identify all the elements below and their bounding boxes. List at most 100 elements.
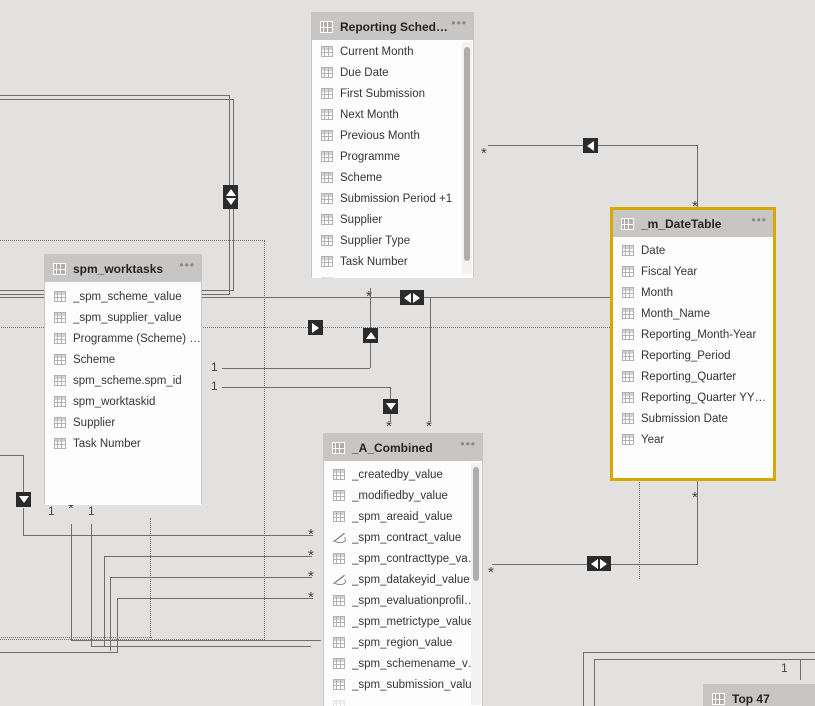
table-header-top47[interactable]: Top 47 ••• [704, 685, 815, 706]
field-row[interactable]: _spm_submission_value [324, 674, 482, 695]
field-row[interactable]: Supplier Type [312, 230, 473, 251]
field-row[interactable]: Supplier [45, 412, 201, 433]
rel-line-left-feed-1h[interactable] [0, 455, 24, 456]
field-row[interactable]: Scheme [312, 167, 473, 188]
field-row[interactable]: _createdby_value [324, 464, 482, 485]
field-row[interactable]: Next Month [312, 104, 473, 125]
table-field-list-m-datetable[interactable]: Date Fiscal Year Month Month_Name Report… [613, 237, 773, 478]
rel-line-left-feed-2[interactable] [71, 524, 72, 640]
field-row[interactable]: First Submission [312, 83, 473, 104]
table-field-list-reporting-schedule[interactable]: Current Month Due Date First Submission … [312, 40, 473, 278]
field-row[interactable]: Reporting_Period [613, 345, 773, 366]
rel-line-left-feed-1[interactable] [23, 455, 24, 495]
relationship-direction-marker-down-combined[interactable] [383, 399, 398, 414]
field-row[interactable]: spm_scheme.spm_id [45, 370, 201, 391]
field-row[interactable]: Due Date [312, 62, 473, 83]
field-row[interactable]: Task Number [312, 251, 473, 272]
relationship-direction-marker-bidirectional-mid[interactable] [400, 290, 424, 305]
field-row[interactable]: _spm_areaid_value [324, 506, 482, 527]
field-row[interactable]: _modifiedby_value [324, 485, 482, 506]
rel-line-left-feed-1hb[interactable] [23, 535, 313, 536]
rel-line-left-feed-2h[interactable] [71, 640, 321, 641]
table-more-options-icon[interactable]: ••• [451, 17, 467, 33]
table-field-icon [333, 553, 345, 564]
rel-line-worktasks-1b-h[interactable] [222, 387, 390, 388]
rel-line-left-feed-3v2[interactable] [110, 577, 111, 651]
rel-line-left-feed-3[interactable] [91, 524, 92, 646]
table-field-list-spm-worktasks[interactable]: _spm_scheme_value _spm_supplier_value Pr… [45, 282, 201, 505]
rel-line-left-feed-1b[interactable] [23, 508, 24, 536]
field-row[interactable]: Submission Date [613, 408, 773, 429]
field-row[interactable]: Fiscal Year [613, 261, 773, 282]
triangle-right-icon [600, 558, 607, 569]
relationship-direction-marker-up[interactable] [363, 328, 378, 343]
rel-line-dotted-v-left[interactable] [150, 518, 151, 638]
rel-line-worktasks-1a-h[interactable] [222, 368, 370, 369]
table-more-options-icon[interactable]: ••• [460, 438, 476, 454]
field-row[interactable]: Programme (Scheme) (… [45, 328, 201, 349]
triangle-left-icon [591, 558, 598, 569]
rel-line-dotted-h-bottom[interactable] [0, 637, 152, 638]
relationship-direction-marker-left[interactable] [583, 138, 598, 153]
cardinality-star-combined-right: * [488, 564, 494, 581]
field-row[interactable]: Current Month [312, 41, 473, 62]
table-field-icon [333, 595, 345, 606]
field-row[interactable]: Programme [312, 146, 473, 167]
field-row[interactable]: _spm_contracttype_va… [324, 548, 482, 569]
field-row[interactable]: Submission Period +1 [312, 188, 473, 209]
table-card-m-datetable[interactable]: _m_DateTable ••• Date Fiscal Year Month … [610, 207, 776, 481]
field-row[interactable]: _spm_supplier_value [45, 307, 201, 328]
field-row[interactable]: Reporting_Quarter YYY… [613, 387, 773, 408]
field-row[interactable]: Reporting_Month-Year [613, 324, 773, 345]
relationship-direction-marker-right[interactable] [308, 320, 323, 335]
rel-line-left-feed-3h2[interactable] [110, 577, 312, 578]
triangle-right-icon [312, 322, 319, 333]
table-header-m-datetable[interactable]: _m_DateTable ••• [613, 210, 773, 237]
field-row-partial[interactable] [312, 272, 473, 278]
field-row[interactable]: Month [613, 282, 773, 303]
rel-line-left-feed-2h2[interactable] [104, 556, 312, 557]
table-more-options-icon[interactable]: ••• [751, 214, 767, 230]
rel-line-left-feed-2v2[interactable] [104, 556, 105, 646]
field-row[interactable]: Month_Name [613, 303, 773, 324]
field-row[interactable]: Scheme [45, 349, 201, 370]
table-card-a-combined[interactable]: _A_Combined ••• _createdby_value _modifi… [323, 433, 483, 706]
field-row[interactable]: _spm_region_value [324, 632, 482, 653]
rel-line-left-feed-4h[interactable] [117, 598, 313, 599]
field-row[interactable]: Previous Month [312, 125, 473, 146]
field-row[interactable]: Supplier [312, 209, 473, 230]
relationship-direction-marker-bidirectional-lower[interactable] [587, 556, 611, 571]
table-card-spm-worktasks[interactable]: spm_worktasks ••• _spm_scheme_value _spm… [44, 254, 202, 505]
relationship-direction-marker-down-left[interactable] [16, 492, 31, 507]
table-card-top47[interactable]: Top 47 ••• [703, 684, 815, 706]
field-row[interactable]: spm_worktaskid [45, 391, 201, 412]
field-row[interactable]: _spm_contract_value [324, 527, 482, 548]
field-row-partial[interactable] [324, 695, 482, 706]
field-row[interactable]: Date [613, 240, 773, 261]
table-header-reporting-schedule[interactable]: Reporting Schedule ••• [312, 13, 473, 40]
table-card-reporting-schedule[interactable]: Reporting Schedule ••• Current Month Due… [311, 12, 474, 278]
table-header-a-combined[interactable]: _A_Combined ••• [324, 434, 482, 461]
table-field-icon [54, 333, 66, 344]
field-row[interactable]: _spm_scheme_value [45, 286, 201, 307]
rel-line-left-feed-3h[interactable] [91, 646, 311, 647]
rel-line-left-feed-4v[interactable] [117, 598, 118, 653]
table-field-list-a-combined[interactable]: _createdby_value _modifiedby_value _spm_… [324, 461, 482, 706]
model-diagram-canvas[interactable]: 1 1 1 1 1 * * * * * * * * * * * * * [0, 0, 815, 706]
field-row[interactable]: _spm_schemename_v… [324, 653, 482, 674]
relationship-direction-marker-bidirectional-vertical[interactable] [223, 185, 238, 209]
rel-line-drop-a[interactable] [430, 297, 431, 422]
scrollbar-thumb-reporting-schedule[interactable] [464, 47, 470, 261]
field-row[interactable]: Year [613, 429, 773, 450]
field-row[interactable]: Task Number [45, 433, 201, 454]
rel-line-top47-v[interactable] [800, 660, 801, 680]
rel-line-left-feed-4h2[interactable] [0, 652, 118, 653]
table-more-options-icon[interactable]: ••• [179, 259, 195, 275]
field-row[interactable]: _spm_metrictype_value [324, 611, 482, 632]
field-row[interactable]: _spm_evaluationprofil… [324, 590, 482, 611]
field-row[interactable]: Reporting_Quarter [613, 366, 773, 387]
field-label: _spm_supplier_value [73, 311, 182, 324]
table-header-spm-worktasks[interactable]: spm_worktasks ••• [45, 255, 201, 282]
scrollbar-thumb-a-combined[interactable] [473, 467, 479, 581]
field-row[interactable]: _spm_datakeyid_value [324, 569, 482, 590]
